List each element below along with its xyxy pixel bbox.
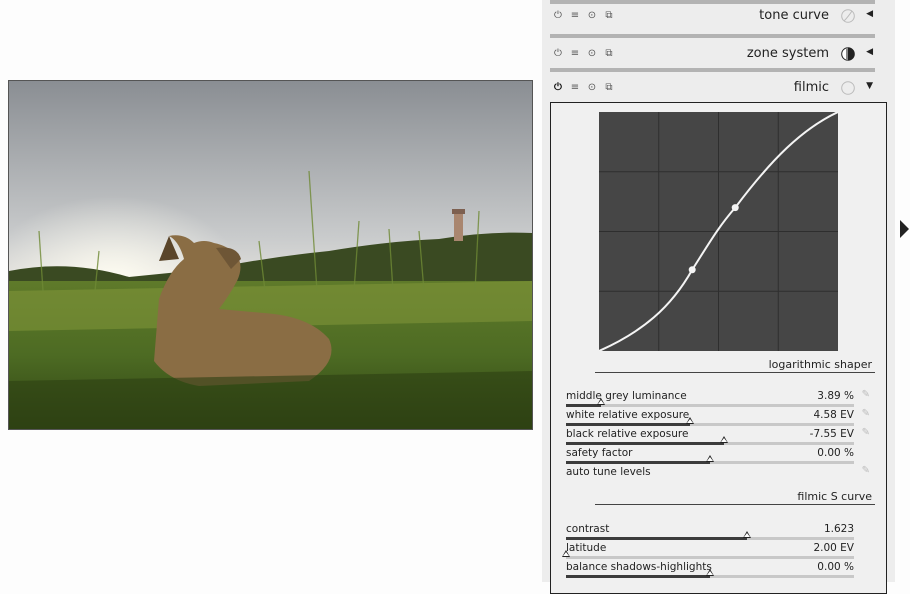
- tone-curve-icon: [841, 9, 855, 23]
- filmic-curve-graph[interactable]: [599, 112, 838, 351]
- slider-value: 1.623: [823, 523, 854, 535]
- expand-arrow-icon[interactable]: ◀: [866, 47, 873, 57]
- module-label[interactable]: zone system: [747, 46, 829, 61]
- slider-track[interactable]: [566, 398, 854, 407]
- power-icon[interactable]: ⏻: [553, 49, 563, 59]
- color-picker-icon[interactable]: ✎: [862, 389, 870, 400]
- section-divider: [595, 504, 875, 505]
- balance-shadows-highlights-slider[interactable]: balance shadows-highlights 0.00 %: [566, 561, 854, 580]
- slider-fill: [566, 404, 601, 407]
- black-relative-exposure-slider[interactable]: black relative exposure -7.55 EV ✎: [566, 427, 870, 447]
- power-icon[interactable]: ⏻: [553, 11, 563, 21]
- image-preview[interactable]: [8, 80, 533, 430]
- module-filmic[interactable]: ⏻ ≡ ⊙ ⧉ filmic ▼: [550, 72, 875, 98]
- slider-thumb[interactable]: [596, 398, 605, 405]
- module-label[interactable]: tone curve: [759, 8, 829, 23]
- curve-node[interactable]: [731, 204, 739, 212]
- slider-thumb[interactable]: [706, 569, 714, 576]
- duplicate-icon[interactable]: ⧉: [604, 49, 614, 59]
- auto-tune-levels[interactable]: auto tune levels ✎: [566, 465, 870, 485]
- slider-value: 2.00 EV: [813, 542, 854, 554]
- slider-fill: [566, 442, 725, 445]
- contrast-slider[interactable]: contrast 1.623: [566, 523, 854, 542]
- slider-track[interactable]: [562, 550, 854, 559]
- presets-icon[interactable]: ≡: [570, 49, 580, 59]
- module-header-icons: ⏻ ≡ ⊙ ⧉: [553, 49, 614, 59]
- slider-thumb[interactable]: [685, 417, 694, 424]
- slider-track[interactable]: [566, 417, 854, 426]
- section-filmic-s-curve: filmic S curve: [797, 490, 872, 503]
- slider-label: white relative exposure: [566, 409, 690, 421]
- slider-value: -7.55 EV: [809, 428, 854, 440]
- slider-value: 3.89 %: [817, 390, 854, 402]
- reset-icon[interactable]: ⊙: [587, 49, 597, 59]
- latitude-slider[interactable]: latitude 2.00 EV: [562, 542, 854, 561]
- filmic-icon: [841, 81, 855, 95]
- reset-icon[interactable]: ⊙: [587, 83, 597, 93]
- slider-value: 4.58 EV: [813, 409, 854, 421]
- slider-thumb[interactable]: [562, 550, 570, 557]
- module-tone-curve[interactable]: ⏻ ≡ ⊙ ⧉ tone curve ◀: [550, 0, 875, 26]
- color-picker-icon[interactable]: ✎: [862, 465, 870, 476]
- filmic-module-body: logarithmic shaper middle grey luminance…: [550, 102, 887, 594]
- slider-label: middle grey luminance: [566, 390, 687, 402]
- slider-track[interactable]: [566, 569, 854, 578]
- white-relative-exposure-slider[interactable]: white relative exposure 4.58 EV ✎: [566, 408, 870, 428]
- module-header-icons: ⏻ ≡ ⊙ ⧉: [553, 83, 614, 93]
- presets-icon[interactable]: ≡: [570, 11, 580, 21]
- section-divider: [595, 372, 875, 373]
- slider-thumb[interactable]: [743, 531, 752, 538]
- presets-icon[interactable]: ≡: [570, 83, 580, 93]
- slider-label: contrast: [566, 523, 610, 535]
- slider-fill: [566, 575, 710, 578]
- slider-value: 0.00 %: [817, 447, 854, 459]
- slider-track[interactable]: [566, 531, 854, 540]
- slider-track[interactable]: [566, 436, 854, 445]
- power-icon[interactable]: ⏻: [553, 83, 563, 93]
- slider-fill: [566, 537, 748, 540]
- slider-label: black relative exposure: [566, 428, 689, 440]
- duplicate-icon[interactable]: ⧉: [604, 11, 614, 21]
- slider-fill: [566, 461, 710, 464]
- slider-thumb[interactable]: [706, 455, 714, 462]
- expand-arrow-icon[interactable]: ◀: [866, 9, 873, 19]
- slider-label: safety factor: [566, 447, 633, 459]
- slider-value: 0.00 %: [817, 561, 854, 573]
- module-zone-system[interactable]: ⏻ ≡ ⊙ ⧉ zone system ◀: [550, 38, 875, 64]
- slider-label: latitude: [566, 542, 607, 554]
- zone-system-icon: [841, 47, 855, 61]
- color-picker-icon[interactable]: ✎: [862, 408, 870, 419]
- photo-dog-in-grass: [9, 81, 532, 429]
- module-label[interactable]: filmic: [794, 80, 829, 95]
- module-separator: [550, 0, 875, 4]
- module-panel: ⏻ ≡ ⊙ ⧉ tone curve ◀ ⏻ ≡ ⊙ ⧉ zone system…: [542, 0, 895, 594]
- section-logarithmic-shaper: logarithmic shaper: [768, 358, 872, 371]
- slider-track[interactable]: [566, 455, 854, 464]
- right-panel-expand-icon[interactable]: [900, 220, 909, 238]
- slider-thumb[interactable]: [720, 436, 729, 443]
- curve-node[interactable]: [688, 266, 696, 274]
- module-header-icons: ⏻ ≡ ⊙ ⧉: [553, 11, 614, 21]
- middle-grey-luminance-slider[interactable]: middle grey luminance 3.89 % ✎: [566, 389, 870, 409]
- reset-icon[interactable]: ⊙: [587, 11, 597, 21]
- safety-factor-slider[interactable]: safety factor 0.00 %: [566, 447, 854, 466]
- slider-label: balance shadows-highlights: [566, 561, 712, 573]
- collapse-arrow-icon[interactable]: ▼: [866, 81, 873, 91]
- color-picker-icon[interactable]: ✎: [862, 427, 870, 438]
- duplicate-icon[interactable]: ⧉: [604, 83, 614, 93]
- slider-fill: [566, 423, 690, 426]
